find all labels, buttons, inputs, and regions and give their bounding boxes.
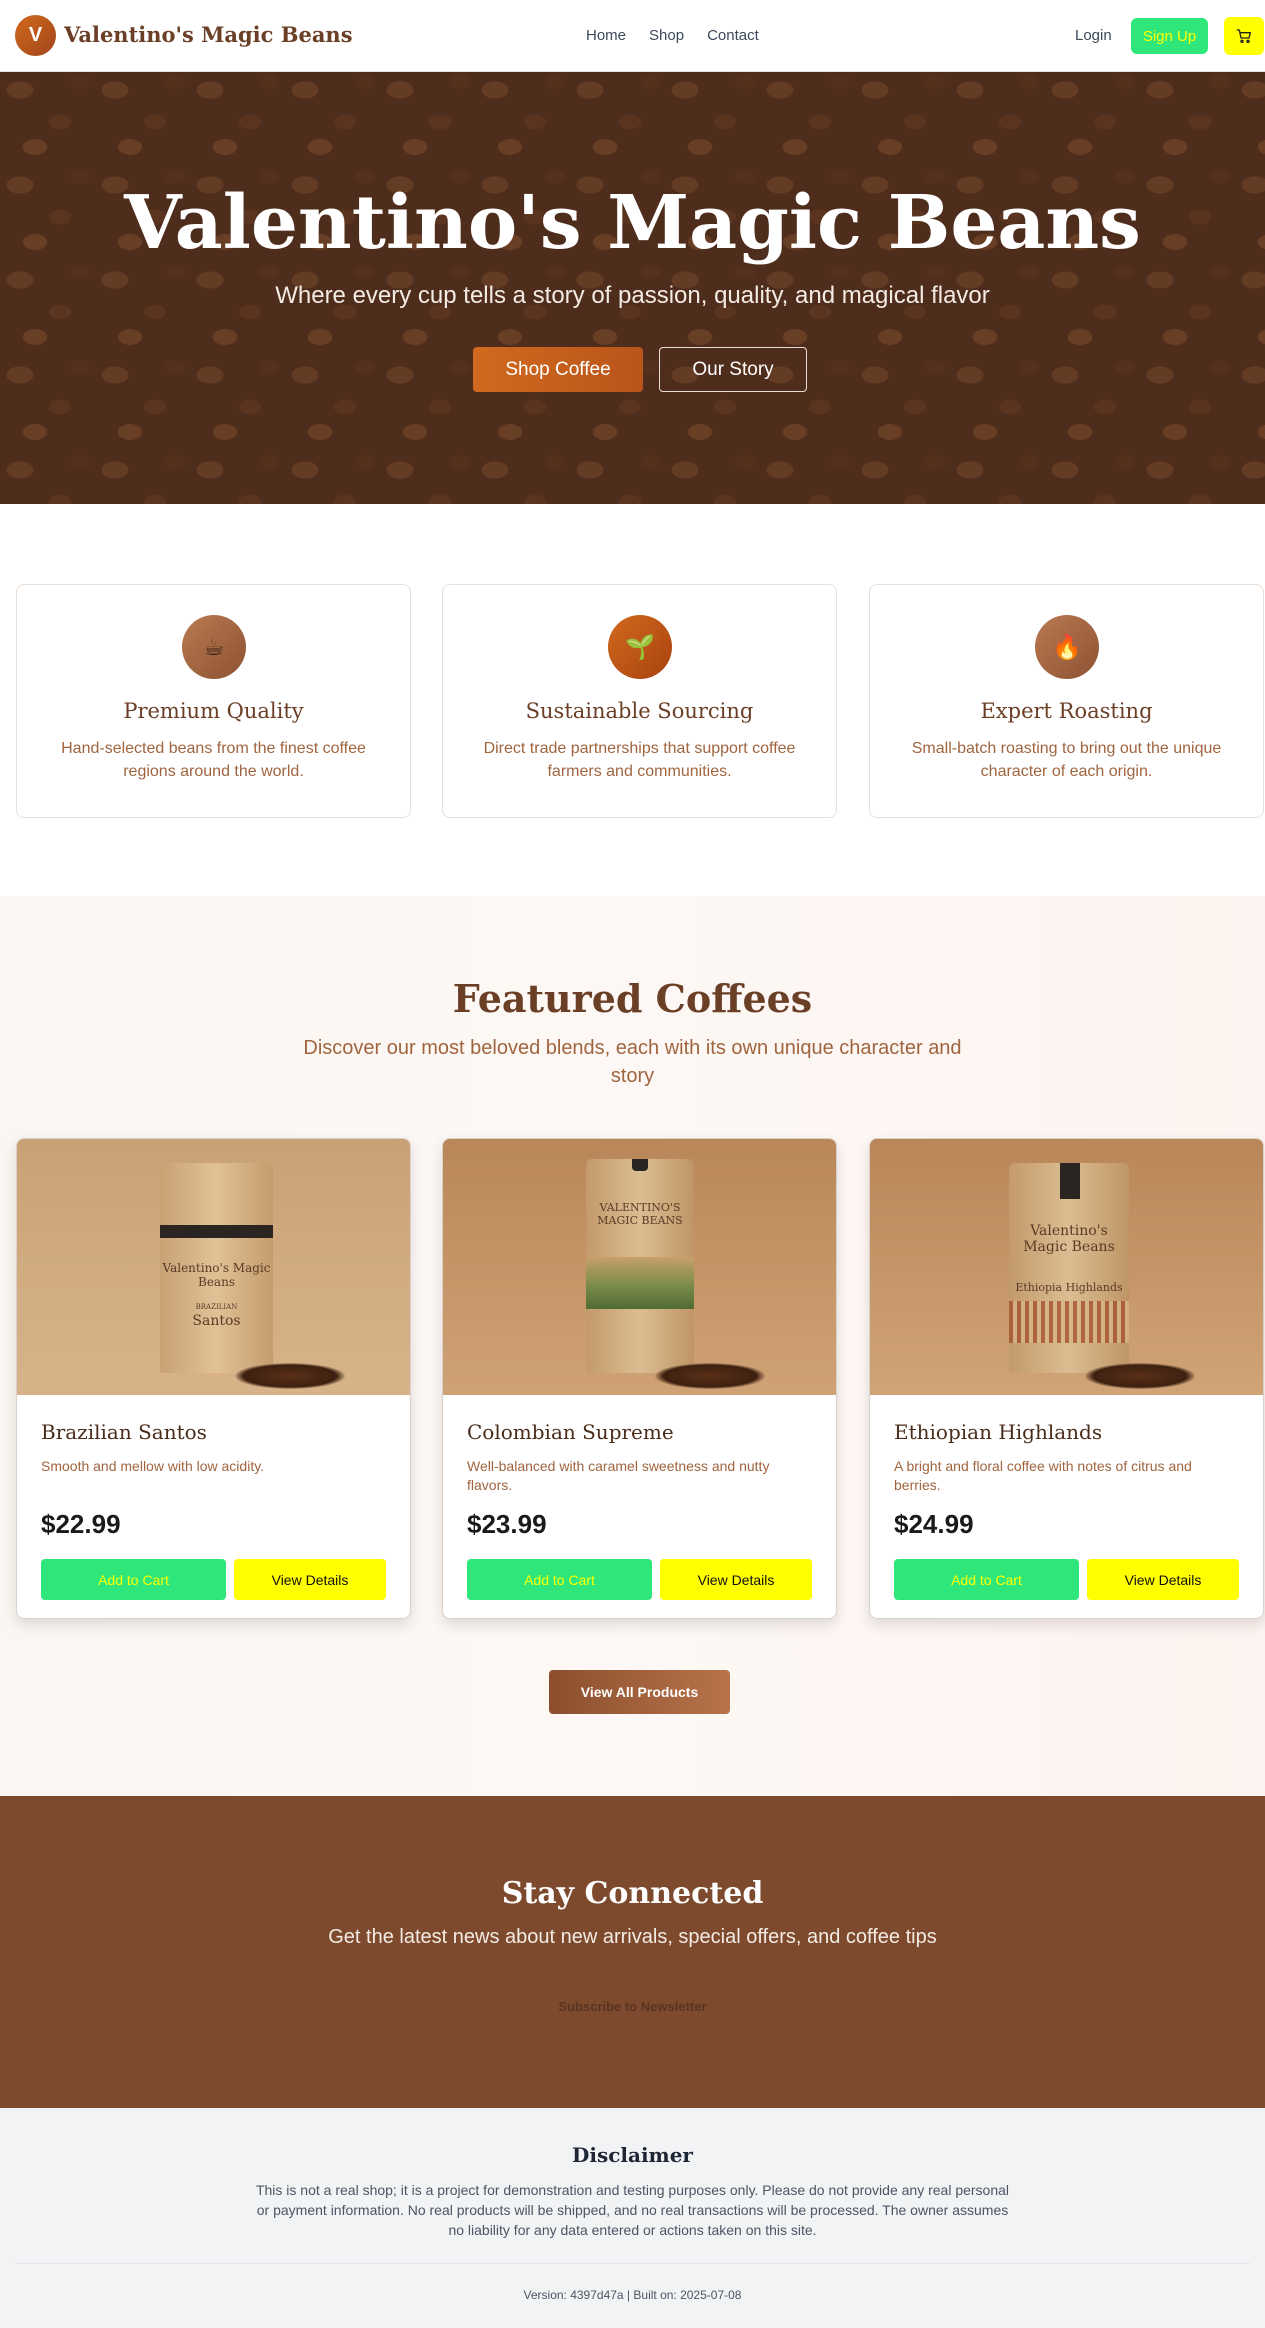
coffee-beans bbox=[655, 1363, 765, 1389]
newsletter-section: Stay Connected Get the latest news about… bbox=[0, 1796, 1265, 2108]
subscribe-newsletter-button[interactable]: Subscribe to Newsletter bbox=[540, 1993, 725, 2019]
bag-brand: VALENTINO'S MAGIC BEANS bbox=[597, 1201, 683, 1227]
product-description: A bright and floral coffee with notes of… bbox=[894, 1458, 1192, 1493]
coffee-bag: Valentino's Magic Beans Ethiopia Highlan… bbox=[1009, 1163, 1129, 1373]
nav-link-contact[interactable]: Contact bbox=[707, 27, 759, 44]
cart-icon bbox=[1236, 29, 1251, 43]
feature-card-roasting: 🔥 Expert Roasting Small-batch roasting t… bbox=[869, 584, 1264, 818]
add-to-cart-button[interactable]: Add to Cart bbox=[894, 1559, 1079, 1600]
bag-brand: Valentino's Magic Beans bbox=[1023, 1223, 1115, 1255]
featured-subtitle: Discover our most beloved blends, each w… bbox=[303, 1037, 962, 1087]
cart-button[interactable] bbox=[1224, 17, 1264, 55]
version-info: Version: 4397d47a | Built on: 2025-07-08 bbox=[523, 2288, 742, 2302]
flame-icon: 🔥 bbox=[1035, 615, 1099, 679]
view-details-button[interactable]: View Details bbox=[660, 1559, 812, 1600]
product-price: $24.99 bbox=[894, 1509, 974, 1539]
bag-origin: Santos bbox=[192, 1313, 241, 1329]
logo-badge[interactable]: V bbox=[15, 15, 56, 56]
login-link[interactable]: Login bbox=[1075, 27, 1112, 44]
top-nav: V Valentino's Magic Beans Home Shop Cont… bbox=[0, 0, 1265, 72]
product-name[interactable]: Ethiopian Highlands bbox=[894, 1420, 1102, 1444]
view-all-products-button[interactable]: View All Products bbox=[549, 1670, 730, 1714]
feature-card-sourcing: 🌱 Sustainable Sourcing Direct trade part… bbox=[442, 584, 837, 818]
newsletter-subtitle: Get the latest news about new arrivals, … bbox=[328, 1926, 937, 1948]
view-details-button[interactable]: View Details bbox=[1087, 1559, 1239, 1600]
feature-text: Direct trade partnerships that support c… bbox=[483, 740, 796, 780]
feature-title: Premium Quality bbox=[123, 699, 304, 723]
brand-name[interactable]: Valentino's Magic Beans bbox=[64, 22, 353, 47]
hero-subtitle: Where every cup tells a story of passion… bbox=[275, 282, 990, 309]
bag-brand: Valentino's Magic Beans bbox=[162, 1261, 271, 1289]
our-story-button[interactable]: Our Story bbox=[659, 347, 807, 392]
feature-title: Sustainable Sourcing bbox=[525, 699, 754, 723]
hero-section: Valentino's Magic Beans Where every cup … bbox=[0, 72, 1265, 504]
shop-coffee-button[interactable]: Shop Coffee bbox=[473, 347, 643, 392]
signup-button[interactable]: Sign Up bbox=[1131, 18, 1208, 54]
newsletter-title: Stay Connected bbox=[501, 1876, 764, 1911]
featured-coffees-section: Featured Coffees Discover our most belov… bbox=[0, 896, 1265, 1796]
product-card-brazilian-santos[interactable]: Valentino's Magic Beans BRAZILIAN Santos… bbox=[16, 1138, 411, 1619]
nav-link-home[interactable]: Home bbox=[586, 27, 626, 44]
add-to-cart-button[interactable]: Add to Cart bbox=[41, 1559, 226, 1600]
footer-divider bbox=[15, 2263, 1250, 2264]
feature-title: Expert Roasting bbox=[980, 699, 1153, 723]
product-price: $23.99 bbox=[467, 1509, 547, 1539]
seedling-icon: 🌱 bbox=[608, 615, 672, 679]
add-to-cart-button[interactable]: Add to Cart bbox=[467, 1559, 652, 1600]
features-section: ☕ Premium Quality Hand-selected beans fr… bbox=[0, 504, 1265, 896]
product-image: VALENTINO'S MAGIC BEANS bbox=[443, 1139, 836, 1395]
product-image: Valentino's Magic Beans Ethiopia Highlan… bbox=[870, 1139, 1263, 1395]
hero-title: Valentino's Magic Beans bbox=[124, 180, 1141, 266]
product-description: Smooth and mellow with low acidity. bbox=[41, 1458, 265, 1474]
product-card-ethiopian-highlands[interactable]: Valentino's Magic Beans Ethiopia Highlan… bbox=[869, 1138, 1264, 1619]
featured-title: Featured Coffees bbox=[452, 976, 813, 1021]
product-description: Well-balanced with caramel sweetness and… bbox=[467, 1458, 770, 1493]
bag-origin: Ethiopia Highlands bbox=[1015, 1281, 1123, 1294]
disclaimer-title: Disclaimer bbox=[572, 2143, 693, 2167]
product-price: $22.99 bbox=[41, 1509, 121, 1539]
nav-link-shop[interactable]: Shop bbox=[649, 27, 684, 44]
bag-origin-top: BRAZILIAN bbox=[195, 1303, 238, 1311]
disclaimer-text: This is not a real shop; it is a project… bbox=[255, 2182, 1010, 2238]
footer: Disclaimer This is not a real shop; it i… bbox=[0, 2108, 1265, 2328]
coffee-cup-icon: ☕ bbox=[182, 615, 246, 679]
feature-text: Small-batch roasting to bring out the un… bbox=[911, 740, 1222, 780]
product-name[interactable]: Brazilian Santos bbox=[41, 1420, 207, 1444]
coffee-beans bbox=[235, 1363, 345, 1389]
feature-text: Hand-selected beans from the finest coff… bbox=[61, 740, 366, 780]
view-details-button[interactable]: View Details bbox=[234, 1559, 386, 1600]
product-card-colombian-supreme[interactable]: VALENTINO'S MAGIC BEANS Colombian Suprem… bbox=[442, 1138, 837, 1619]
product-name[interactable]: Colombian Supreme bbox=[467, 1420, 674, 1444]
coffee-bag: Valentino's Magic Beans BRAZILIAN Santos bbox=[160, 1163, 273, 1373]
feature-card-quality: ☕ Premium Quality Hand-selected beans fr… bbox=[16, 584, 411, 818]
coffee-bag: VALENTINO'S MAGIC BEANS bbox=[586, 1159, 694, 1373]
nav-links: Home Shop Contact bbox=[586, 27, 759, 44]
coffee-beans bbox=[1085, 1363, 1195, 1389]
product-image: Valentino's Magic Beans BRAZILIAN Santos bbox=[17, 1139, 410, 1395]
